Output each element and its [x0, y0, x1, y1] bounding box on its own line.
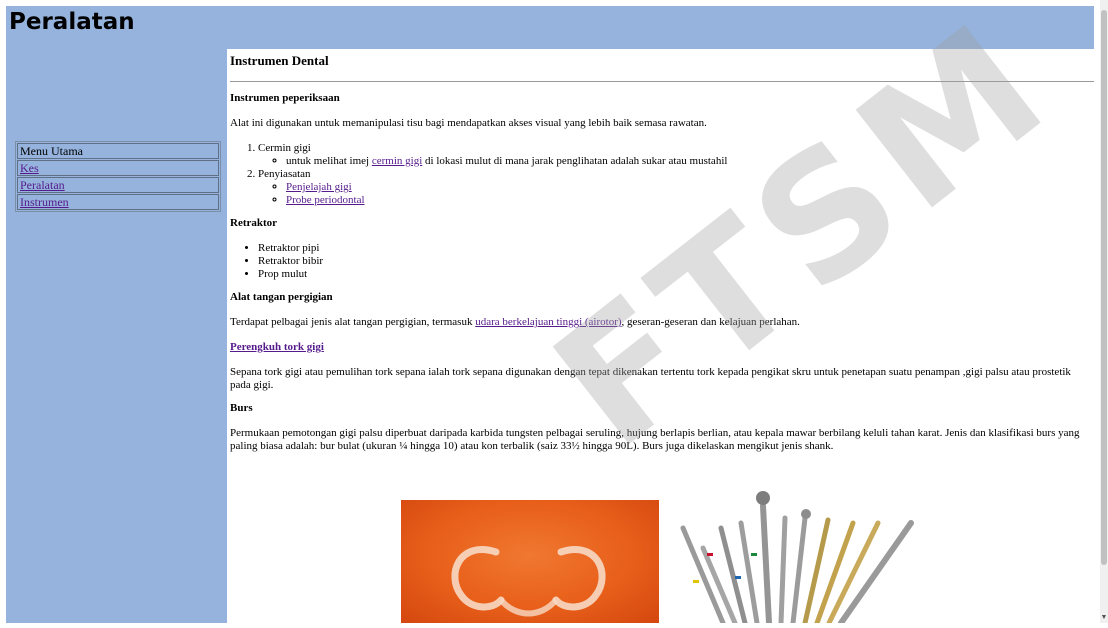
- link-airotor[interactable]: udara berkelajuan tinggi (airotor): [475, 316, 621, 328]
- retractor-illustration: [451, 546, 606, 617]
- link-penjelajah-gigi[interactable]: Penjelajah gigi: [286, 181, 352, 193]
- sub-text-post: di lokasi mulut di mana jarak penglihata…: [422, 155, 728, 167]
- section-text-perengkuh: Sepana tork gigi atau pemulihan tork sep…: [230, 366, 1071, 391]
- sub-list: untuk melihat imej cermin gigi di lokasi…: [258, 155, 1094, 168]
- section-title-perengkuh: Perengkuh tork gigi: [230, 341, 1094, 354]
- section-title-retraktor: Retraktor: [230, 217, 278, 229]
- menu-link-kes[interactable]: Kes: [20, 161, 39, 175]
- text-pre: Terdapat pelbagai jenis alat tangan perg…: [230, 316, 476, 328]
- burs-illustration: [680, 491, 914, 626]
- list-item: Retraktor pipi: [258, 242, 1094, 255]
- sub-list: Penjelajah gigi Probe periodontal: [258, 181, 1094, 207]
- retraktor-list: Retraktor pipi Retraktor bibir Prop mulu…: [230, 242, 1094, 281]
- divider: [230, 81, 1094, 82]
- cheek-retractor-image: [401, 500, 659, 623]
- content-heading: Instrumen Dental: [230, 53, 329, 68]
- main-content: Instrumen Dental Instrumen peperiksaan A…: [230, 49, 1094, 623]
- list-item: Penjelajah gigi: [286, 181, 1094, 194]
- page-header: Peralatan: [6, 6, 1094, 49]
- sub-text-pre: untuk melihat imej: [286, 155, 372, 167]
- list-item-label: Penyiasatan: [258, 168, 311, 180]
- page-title: Peralatan: [9, 9, 135, 35]
- sidebar-menu: Menu Utama Kes Peralatan Instrumen: [15, 141, 221, 212]
- scrollbar-thumb[interactable]: [1101, 10, 1107, 565]
- list-item-label: Cermin gigi: [258, 142, 311, 154]
- menu-link-instrumen[interactable]: Instrumen: [20, 195, 69, 209]
- scroll-down-icon[interactable]: ▼: [1100, 613, 1108, 621]
- menu-item-peralatan: Peralatan: [17, 177, 219, 193]
- section-title-peperiksaan: Instrumen peperiksaan: [230, 92, 340, 104]
- section-title-alat-tangan: Alat tangan pergigian: [230, 291, 333, 303]
- menu-item-instrumen: Instrumen: [17, 194, 219, 210]
- list-item: Penyiasatan Penjelajah gigi Probe period…: [258, 168, 1094, 207]
- list-item: untuk melihat imej cermin gigi di lokasi…: [286, 155, 1094, 168]
- list-item: Prop mulut: [258, 268, 1094, 281]
- section-text-alat-tangan: Terdapat pelbagai jenis alat tangan perg…: [230, 316, 1094, 329]
- exam-instrument-list: Cermin gigi untuk melihat imej cermin gi…: [230, 142, 1094, 207]
- menu-item-kes: Kes: [17, 160, 219, 176]
- text-post: , geseran-geseran dan kelajuan perlahan.: [621, 316, 800, 328]
- menu-title: Menu Utama: [17, 143, 219, 159]
- section-text-burs: Permukaan pemotongan gigi palsu diperbua…: [230, 427, 1080, 452]
- list-item: Retraktor bibir: [258, 255, 1094, 268]
- list-item: Cermin gigi untuk melihat imej cermin gi…: [258, 142, 1094, 168]
- sidebar: Menu Utama Kes Peralatan Instrumen: [6, 49, 227, 623]
- section-title-burs: Burs: [230, 402, 253, 414]
- link-perengkuh-tork-gigi[interactable]: Perengkuh tork gigi: [230, 341, 324, 353]
- link-probe-periodontal[interactable]: Probe periodontal: [286, 194, 365, 206]
- link-cermin-gigi[interactable]: cermin gigi: [372, 155, 422, 167]
- vertical-scrollbar[interactable]: ▼: [1100, 0, 1108, 623]
- list-item: Probe periodontal: [286, 194, 1094, 207]
- dental-burs-image: [663, 468, 923, 626]
- section-text-peperiksaan: Alat ini digunakan untuk memanipulasi ti…: [230, 117, 707, 129]
- menu-link-peralatan[interactable]: Peralatan: [20, 178, 65, 192]
